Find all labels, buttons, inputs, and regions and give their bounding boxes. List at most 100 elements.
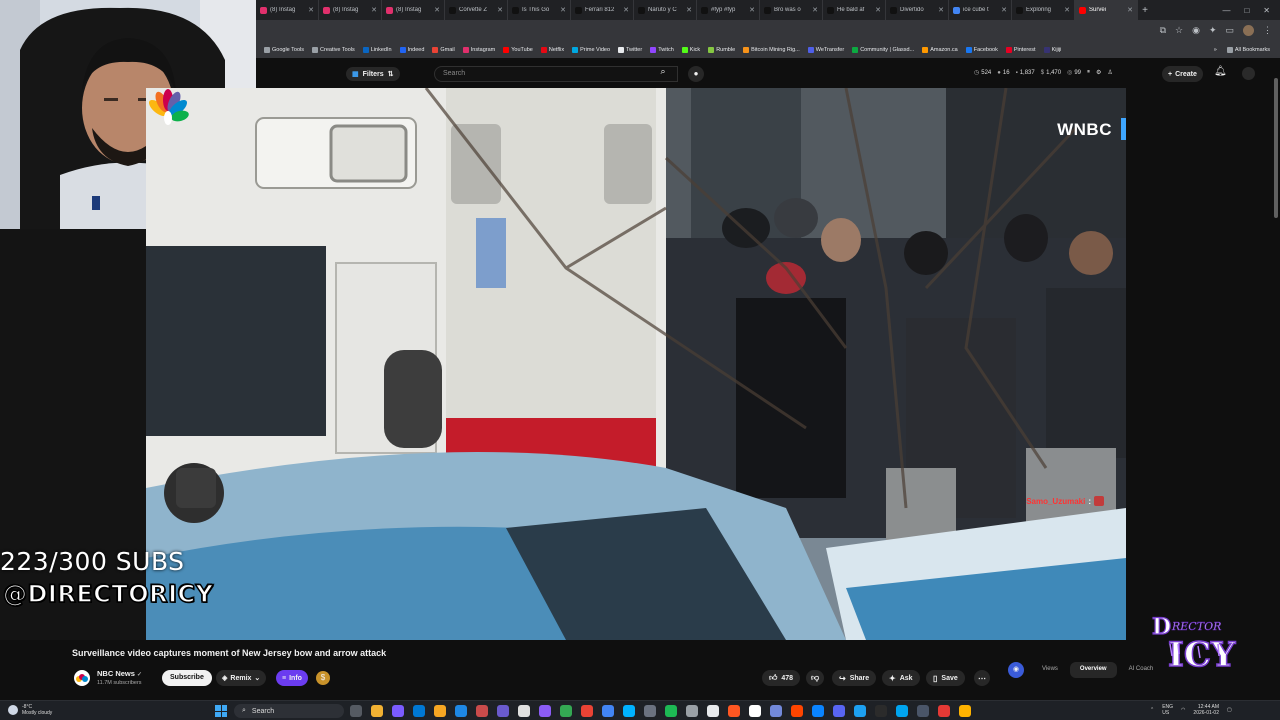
microphone-icon[interactable]: ●: [688, 66, 704, 82]
create-button[interactable]: + Create: [1162, 66, 1203, 82]
taskbar-search[interactable]: ⌕ Search: [234, 704, 344, 718]
browser-tab[interactable]: Survei ✕: [1075, 0, 1138, 20]
video-player[interactable]: WNBC Samo_Uzumaki :: [146, 88, 1126, 640]
bookmark-item[interactable]: Amazon.ca: [918, 47, 962, 53]
bookmark-item[interactable]: Pinterest: [1002, 47, 1040, 53]
bookmark-star-icon[interactable]: ☆: [1175, 25, 1183, 36]
install-app-icon[interactable]: ⧉: [1160, 25, 1166, 36]
like-button[interactable]: 👍︎ 478: [762, 670, 801, 686]
browser-tab[interactable]: (8) Instag ✕: [319, 0, 382, 20]
account-avatar[interactable]: [1242, 67, 1255, 80]
weather-widget[interactable]: -8°C Mostly cloudy: [8, 704, 52, 716]
taskbar-app-icon[interactable]: [749, 705, 761, 717]
save-button[interactable]: ▯ Save: [926, 670, 965, 686]
tab-close-icon[interactable]: ✕: [1001, 6, 1007, 14]
browser-tab[interactable]: ice cube t ✕: [949, 0, 1012, 20]
taskbar-app-icon[interactable]: [938, 705, 950, 717]
taskbar-app-icon[interactable]: [854, 705, 866, 717]
bookmark-item[interactable]: Twitter: [614, 47, 646, 53]
trophy-icon[interactable]: ♙: [1107, 69, 1112, 76]
taskbar-app-icon[interactable]: [602, 705, 614, 717]
taskbar-app-icon[interactable]: [434, 705, 446, 717]
bookmark-item[interactable]: Bitcoin Mining Rig...: [739, 47, 804, 53]
browser-tab[interactable]: Naruto y C ✕: [634, 0, 697, 20]
taskbar-app-icon[interactable]: [371, 705, 383, 717]
taskbar-app-icon[interactable]: [791, 705, 803, 717]
minimize-icon[interactable]: —: [1222, 6, 1230, 15]
browser-tab[interactable]: (8) Instag ✕: [256, 0, 319, 20]
taskbar-app-icon[interactable]: [728, 705, 740, 717]
browser-menu-icon[interactable]: ⋮: [1263, 25, 1272, 36]
all-bookmarks-button[interactable]: All Bookmarks: [1223, 47, 1274, 53]
channel-name[interactable]: NBC News ✓: [97, 669, 142, 678]
wifi-icon[interactable]: ◠: [1181, 707, 1185, 713]
tab-close-icon[interactable]: ✕: [308, 6, 314, 14]
bookmark-item[interactable]: Gmail: [428, 47, 458, 53]
search-input[interactable]: Search: [434, 66, 678, 82]
bookmark-item[interactable]: Facebook: [962, 47, 1002, 53]
bookmark-item[interactable]: Netflix: [537, 47, 568, 53]
tab-close-icon[interactable]: ✕: [812, 6, 818, 14]
tab-close-icon[interactable]: ✕: [938, 6, 944, 14]
bookmark-item[interactable]: Google Tools: [260, 47, 308, 53]
info-button[interactable]: ≡ Info: [276, 670, 308, 686]
taskbar-app-icon[interactable]: [686, 705, 698, 717]
taskbar-app-icon[interactable]: [665, 705, 677, 717]
taskbar-app-icon[interactable]: [917, 705, 929, 717]
channel-avatar[interactable]: [74, 670, 90, 686]
bookmark-item[interactable]: Indeed: [396, 47, 429, 53]
browser-tab[interactable]: Ferrari 812 ✕: [571, 0, 634, 20]
profile-avatar[interactable]: [1243, 25, 1254, 36]
bookmark-item[interactable]: Kick: [678, 47, 704, 53]
taskbar-app-icon[interactable]: [812, 705, 824, 717]
browser-tab[interactable]: #fyp #fyp ✕: [697, 0, 760, 20]
bookmark-item[interactable]: WeTransfer: [804, 47, 848, 53]
bookmark-item[interactable]: Rumble: [704, 47, 739, 53]
taskbar-app-icon[interactable]: [455, 705, 467, 717]
notification-icon[interactable]: ▢: [1227, 707, 1232, 713]
tab-close-icon[interactable]: ✕: [497, 6, 503, 14]
windows-start-icon[interactable]: [215, 705, 227, 717]
taskbar-app-icon[interactable]: [560, 705, 572, 717]
new-tab-button[interactable]: +: [1138, 5, 1152, 16]
tab-close-icon[interactable]: ✕: [434, 6, 440, 14]
taskbar-app-icon[interactable]: [896, 705, 908, 717]
taskbar-app-icon[interactable]: [497, 705, 509, 717]
tab-overview[interactable]: Overview: [1069, 662, 1117, 678]
taskbar-app-icon[interactable]: [707, 705, 719, 717]
page-scrollbar[interactable]: [1272, 58, 1280, 704]
tab-close-icon[interactable]: ✕: [623, 6, 629, 14]
taskbar-app-icon[interactable]: [770, 705, 782, 717]
clock[interactable]: 12:44 AM 2026-01-02: [1193, 704, 1219, 716]
bookmark-item[interactable]: Twitch: [646, 47, 678, 53]
taskbar-app-icon[interactable]: [875, 705, 887, 717]
tab-close-icon[interactable]: ✕: [1127, 6, 1133, 14]
browser-tab[interactable]: He bald af ✕: [823, 0, 886, 20]
remix-button[interactable]: ◈ Remix ⌄: [216, 670, 267, 686]
tray-chevron-icon[interactable]: ⌃: [1150, 707, 1154, 713]
taskbar-app-icon[interactable]: [350, 705, 362, 717]
taskbar-app-icon[interactable]: [539, 705, 551, 717]
browser-tab[interactable]: Bro was o ✕: [760, 0, 823, 20]
extension-icon[interactable]: ◉: [1192, 25, 1200, 36]
taskbar-app-icon[interactable]: [623, 705, 635, 717]
tab-close-icon[interactable]: ✕: [875, 6, 881, 14]
bookmark-item[interactable]: Prime Video: [568, 47, 614, 53]
browser-tab[interactable]: Is This Go ✕: [508, 0, 571, 20]
browser-tab[interactable]: Exploring ✕: [1012, 0, 1075, 20]
bookmark-item[interactable]: Community | Glassd...: [848, 47, 918, 53]
browser-tab[interactable]: Corvette Z ✕: [445, 0, 508, 20]
bookmark-item[interactable]: Instagram: [459, 47, 499, 53]
search-icon[interactable]: ⌕: [651, 66, 675, 82]
taskbar-app-icon[interactable]: [392, 705, 404, 717]
bookmarks-overflow-icon[interactable]: »: [1214, 47, 1217, 53]
taskbar-app-icon[interactable]: [581, 705, 593, 717]
tab-views[interactable]: Views: [1032, 662, 1068, 678]
ask-button[interactable]: ✦ Ask: [882, 670, 920, 686]
bookmark-item[interactable]: Creative Tools: [308, 47, 359, 53]
language-indicator[interactable]: ENG US: [1162, 704, 1173, 716]
extensions-puzzle-icon[interactable]: ✦: [1209, 25, 1217, 36]
taskbar-app-icon[interactable]: [833, 705, 845, 717]
subscribe-button[interactable]: Subscribe: [162, 670, 212, 686]
analytics-extension-icon[interactable]: ◉: [1008, 662, 1024, 678]
